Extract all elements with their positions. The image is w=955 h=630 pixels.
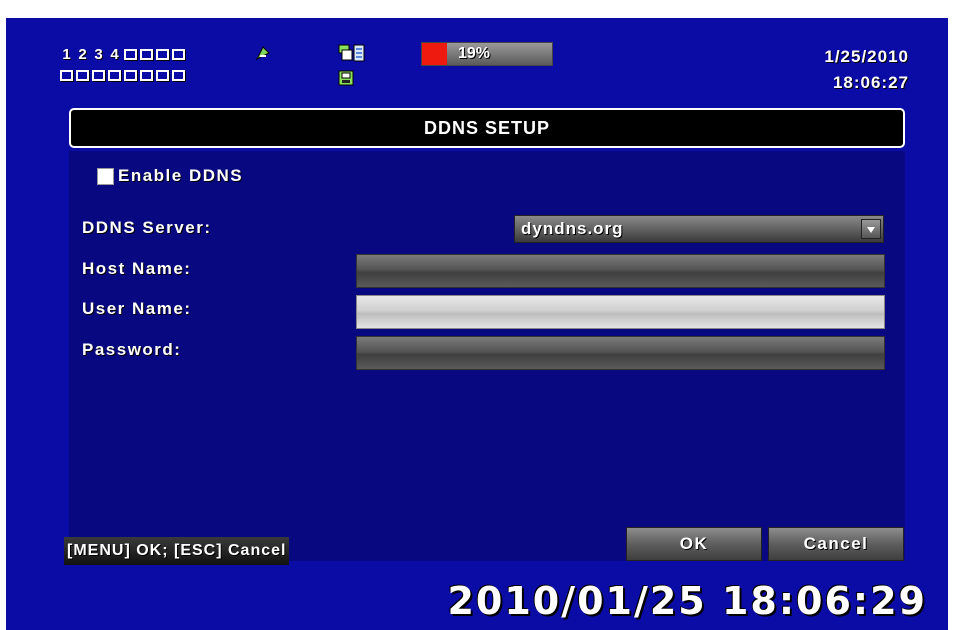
channel-8-indicator bbox=[172, 49, 185, 60]
dropdown-arrow-icon[interactable] bbox=[861, 219, 881, 239]
status-time: 18:06:27 bbox=[832, 73, 909, 92]
dialog-title: DDNS SETUP bbox=[423, 117, 550, 138]
enable-ddns-label: Enable DDNS bbox=[118, 166, 244, 185]
channel-16-indicator bbox=[172, 70, 185, 81]
channel-3-indicator: 3 bbox=[94, 46, 103, 63]
host-name-label: Host Name: bbox=[82, 259, 192, 278]
channel-10-indicator bbox=[76, 70, 89, 81]
channel-1-indicator: 1 bbox=[62, 46, 71, 63]
hdd-usage-fill bbox=[422, 43, 447, 65]
channel-13-indicator bbox=[124, 70, 137, 81]
channel-9-indicator bbox=[60, 70, 73, 81]
enable-ddns-checkbox[interactable] bbox=[97, 168, 114, 185]
channel-6-indicator bbox=[140, 49, 153, 60]
channel-5-indicator bbox=[124, 49, 137, 60]
dvr-screen: 1 2 3 4 19% 1/25/2010 18:06:27 DDNS SETU… bbox=[0, 0, 955, 630]
host-name-field[interactable] bbox=[356, 254, 885, 288]
channel-11-indicator bbox=[92, 70, 105, 81]
channel-7-indicator bbox=[156, 49, 169, 60]
storage-icon bbox=[338, 70, 354, 86]
ddns-server-value: dyndns.org bbox=[521, 219, 624, 238]
channel-4-indicator: 4 bbox=[110, 46, 119, 63]
dialog-title-bar: DDNS SETUP bbox=[69, 108, 905, 148]
ok-button[interactable]: OK bbox=[626, 527, 762, 561]
user-name-field[interactable] bbox=[356, 295, 885, 329]
password-label: Password: bbox=[82, 340, 182, 359]
hdd-usage-text: 19% bbox=[458, 45, 491, 62]
user-name-label: User Name: bbox=[82, 299, 192, 318]
channel-15-indicator bbox=[156, 70, 169, 81]
record-status-icon bbox=[338, 44, 365, 62]
channel-12-indicator bbox=[108, 70, 121, 81]
channel-status-row-2 bbox=[60, 70, 185, 81]
channel-2-indicator: 2 bbox=[78, 46, 87, 63]
network-icon bbox=[255, 46, 270, 61]
ddns-server-select[interactable]: dyndns.org bbox=[514, 215, 884, 243]
cancel-button[interactable]: Cancel bbox=[768, 527, 904, 561]
osd-timestamp: 2010/01/25 18:06:29 bbox=[447, 579, 927, 623]
status-clock: 1/25/2010 18:06:27 bbox=[824, 44, 909, 96]
status-date: 1/25/2010 bbox=[824, 47, 909, 66]
hdd-usage-bar: 19% bbox=[421, 42, 553, 66]
key-hint: [MENU] OK; [ESC] Cancel bbox=[64, 537, 290, 565]
password-field[interactable] bbox=[356, 336, 885, 370]
ddns-server-label: DDNS Server: bbox=[82, 218, 212, 237]
channel-status-row-1: 1 2 3 4 bbox=[60, 46, 185, 63]
channel-14-indicator bbox=[140, 70, 153, 81]
